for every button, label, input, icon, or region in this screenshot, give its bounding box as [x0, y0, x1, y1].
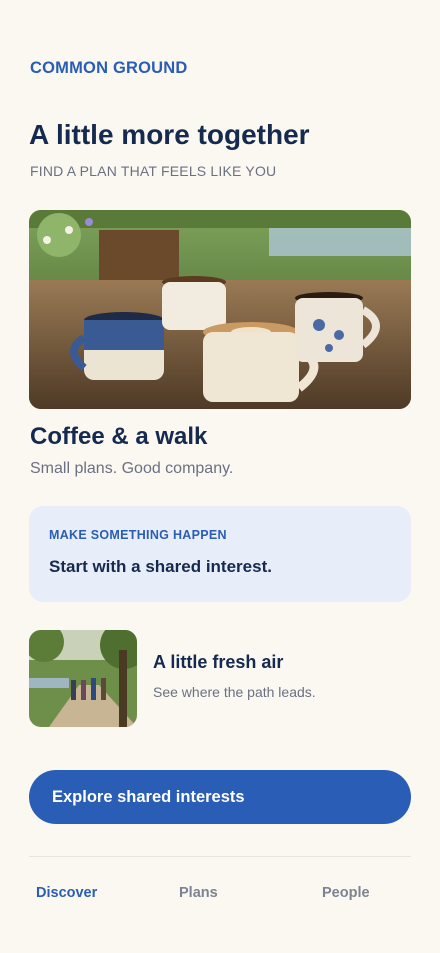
tab-discover[interactable]: Discover	[36, 885, 97, 901]
shared-interest-callout[interactable]: MAKE SOMETHING HAPPEN Start with a share…	[29, 506, 411, 602]
nav-divider	[29, 856, 411, 857]
brand-logo: COMMON GROUND	[30, 59, 188, 77]
coffee-hero-image[interactable]	[29, 210, 411, 409]
callout-kicker: MAKE SOMETHING HAPPEN	[49, 528, 227, 542]
tab-people[interactable]: People	[322, 885, 370, 901]
callout-text: Start with a shared interest.	[49, 557, 272, 576]
item-title[interactable]: A little fresh air	[153, 652, 283, 673]
item-subtitle: See where the path leads.	[153, 684, 316, 700]
feature-title: Coffee & a walk	[30, 423, 208, 450]
page-subtitle: FIND A PLAN THAT FEELS LIKE YOU	[30, 163, 277, 179]
explore-interests-button[interactable]: Explore shared interests	[29, 770, 411, 824]
feature-subtitle: Small plans. Good company.	[30, 460, 234, 477]
page-title: A little more together	[29, 119, 310, 150]
tab-plans[interactable]: Plans	[179, 885, 218, 901]
walk-thumbnail-image[interactable]	[29, 630, 137, 727]
